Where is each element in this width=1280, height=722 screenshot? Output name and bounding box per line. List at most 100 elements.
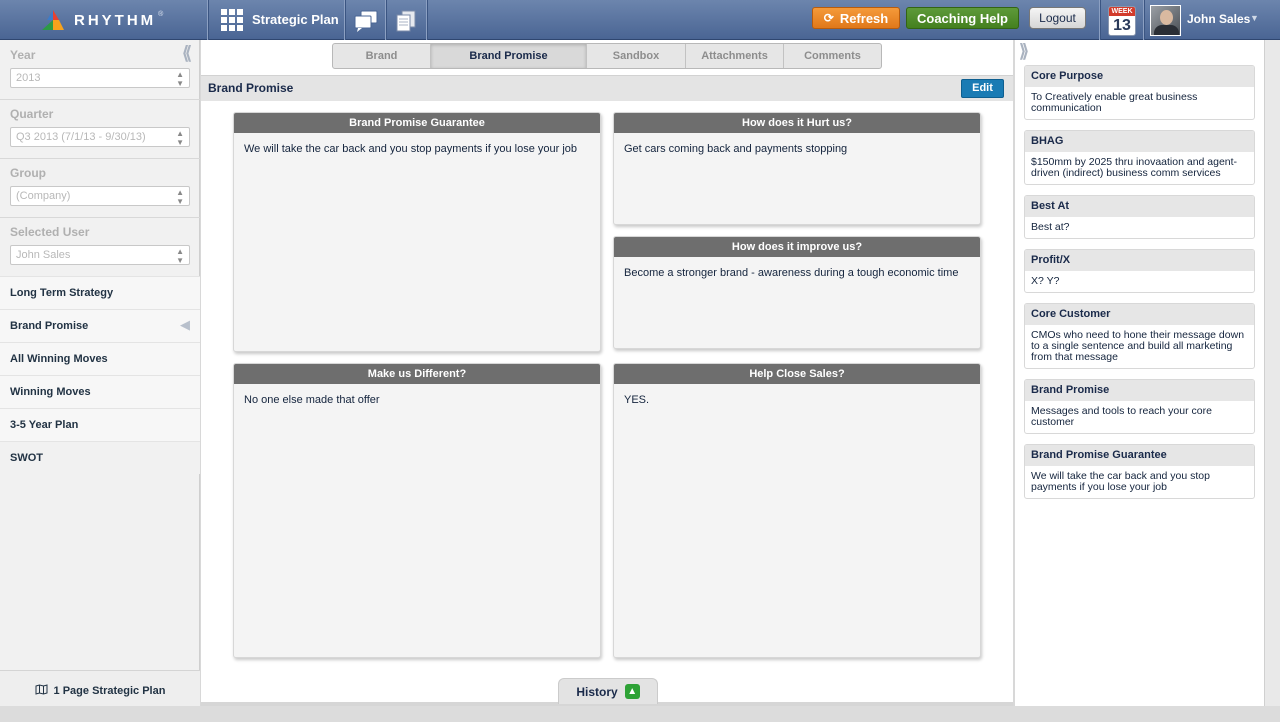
right-card-brand-promise-guarantee: Brand Promise Guarantee We will take the… <box>1024 444 1255 499</box>
left-sidebar: ⟪ Year 2013 ▲ ▼ Quarter Q3 2013 (7/1/13 -… <box>0 40 200 722</box>
week-label: WEEK <box>1109 7 1135 16</box>
collapse-right-icon[interactable]: ⟫ <box>1019 41 1029 62</box>
quarter-select[interactable]: Q3 2013 (7/1/13 - 9/30/13) ▲ ▼ <box>10 127 190 147</box>
sidebar-item-all-winning-moves[interactable]: All Winning Moves <box>0 342 200 375</box>
right-card-title: Profit/X <box>1025 250 1254 271</box>
arrow-up-icon: ▲ <box>624 684 640 699</box>
right-card-body: $150mm by 2025 thru inovaation and agent… <box>1031 156 1238 179</box>
user-menu-caret-icon[interactable]: ▼ <box>1250 13 1259 23</box>
sidebar-item-label: SWOT <box>10 452 43 464</box>
card-body: No one else made that offer <box>244 394 380 406</box>
card-title: How does it improve us? <box>614 237 980 257</box>
tab-bar: Brand Promise Brand Promise Guarantee Sa… <box>332 43 882 69</box>
refresh-button[interactable]: ⟳ Refresh <box>812 7 900 29</box>
topbar-divider <box>344 0 345 40</box>
history-label: History <box>576 684 618 699</box>
selected-user-select[interactable]: John Sales ▲ ▼ <box>10 245 190 265</box>
sidebar-item-label: Brand Promise <box>10 320 89 332</box>
window-bottom-edge <box>0 706 1280 722</box>
logout-button[interactable]: Logout <box>1029 7 1086 29</box>
card-body: YES. <box>624 394 650 406</box>
section-header: Brand Promise Edit <box>201 75 1013 101</box>
right-card-body: Messages and tools to reach your core cu… <box>1031 405 1212 428</box>
tab-comments[interactable]: Comments <box>784 44 881 68</box>
sidebar-item-brand-promise[interactable]: Brand Promise ◀ <box>0 309 200 342</box>
topbar-divider <box>385 0 386 40</box>
card-how-does-it-improve-us: How does it improve us? Become a stronge… <box>613 236 981 349</box>
tab-attachments[interactable]: Attachments <box>686 44 784 68</box>
card-help-close-sales: Help Close Sales? YES. <box>613 363 981 658</box>
refresh-label: Refresh <box>839 10 889 26</box>
right-card-title: Best At <box>1025 196 1254 217</box>
right-card-profit-x: Profit/X X? Y? <box>1024 249 1255 293</box>
sidebar-item-swot[interactable]: SWOT <box>0 441 200 474</box>
right-panel: ⟫ Core Purpose To Creatively enable grea… <box>1014 40 1264 706</box>
year-filter-label: Year <box>10 48 36 62</box>
topbar-divider <box>1099 0 1100 40</box>
window-scrollbar[interactable] <box>1264 40 1280 706</box>
right-card-best-at: Best At Best at? <box>1024 195 1255 239</box>
card-title: Help Close Sales? <box>614 364 980 384</box>
right-card-title: Brand Promise <box>1025 380 1254 401</box>
right-card-body: To Creatively enable great business comm… <box>1031 91 1198 114</box>
year-select[interactable]: 2013 ▲ ▼ <box>10 68 190 88</box>
history-button[interactable]: History ▲ <box>558 678 658 704</box>
selected-user-select-value: John Sales <box>16 249 71 261</box>
apps-grid-icon[interactable] <box>221 9 243 31</box>
group-select[interactable]: (Company) ▲ ▼ <box>10 186 190 206</box>
section-title: Brand Promise <box>208 81 294 95</box>
card-body: Get cars coming back and payments stoppi… <box>624 143 848 155</box>
right-card-body: Best at? <box>1031 221 1070 233</box>
select-arrows-icon: ▲ ▼ <box>176 247 184 265</box>
one-page-strategic-plan-label: 1 Page Strategic Plan <box>53 684 166 697</box>
sidebar-item-label: Long Term Strategy <box>10 287 114 299</box>
one-page-strategic-plan-link[interactable]: 1 Page Strategic Plan <box>0 670 200 710</box>
documents-icon[interactable] <box>396 10 416 32</box>
tab-brand-promise[interactable]: Brand Promise <box>333 44 431 68</box>
right-card-title: Core Purpose <box>1025 66 1254 87</box>
tab-sandbox[interactable]: Sandbox <box>587 44 686 68</box>
quarter-filter-label: Quarter <box>10 107 54 121</box>
right-card-brand-promise: Brand Promise Messages and tools to reac… <box>1024 379 1255 434</box>
select-arrows-icon: ▲ ▼ <box>176 129 184 147</box>
user-name[interactable]: John Sales <box>1187 12 1250 26</box>
card-title: Brand Promise Guarantee <box>234 113 600 133</box>
coaching-help-button[interactable]: Coaching Help <box>906 7 1019 29</box>
week-number: 13 <box>1113 17 1131 34</box>
active-item-arrow-icon: ◀ <box>180 317 190 332</box>
right-card-title: BHAG <box>1025 131 1254 152</box>
logo-registered-mark: ® <box>158 10 164 18</box>
card-make-us-different: Make us Different? No one else made that… <box>233 363 601 658</box>
card-body: We will take the car back and you stop p… <box>244 143 578 155</box>
avatar[interactable] <box>1150 5 1181 36</box>
sidebar-item-winning-moves[interactable]: Winning Moves <box>0 375 200 408</box>
topbar-divider <box>426 0 427 40</box>
module-title[interactable]: Strategic Plan <box>252 12 339 27</box>
tab-brand-promise-guarantee[interactable]: Brand Promise Guarantee <box>431 44 587 68</box>
right-card-bhag: BHAG $150mm by 2025 thru inovaation and … <box>1024 130 1255 185</box>
card-title: How does it Hurt us? <box>614 113 980 133</box>
sidebar-item-label: Winning Moves <box>10 386 91 398</box>
group-select-value: (Company) <box>16 190 71 202</box>
edit-button[interactable]: Edit <box>961 79 1004 98</box>
select-arrows-icon: ▲ ▼ <box>176 70 184 88</box>
right-card-body: CMOs who need to hone their message down… <box>1031 329 1245 363</box>
year-select-value: 2013 <box>16 72 41 84</box>
sidebar-item-long-term-strategy[interactable]: Long Term Strategy <box>0 276 200 309</box>
rhythm-logo-mark-icon <box>42 10 64 30</box>
collapse-left-icon[interactable]: ⟪ <box>182 43 192 64</box>
map-icon <box>35 683 48 698</box>
sidebar-item-3-5-year-plan[interactable]: 3-5 Year Plan <box>0 408 200 441</box>
divider <box>0 217 200 218</box>
topbar-divider <box>1143 0 1144 40</box>
topbar-divider <box>207 0 208 40</box>
right-card-body: We will take the car back and you stop p… <box>1031 470 1210 493</box>
top-bar: RHYTHM ® Strategic Plan ⟳ Refresh Coachi… <box>0 0 1280 40</box>
right-card-body: X? Y? <box>1031 275 1060 287</box>
rhythm-logo[interactable]: RHYTHM ® <box>40 7 163 33</box>
week-calendar-icon[interactable]: WEEK 13 <box>1108 6 1136 36</box>
right-card-core-purpose: Core Purpose To Creatively enable great … <box>1024 65 1255 120</box>
card-how-does-it-hurt-us: How does it Hurt us? Get cars coming bac… <box>613 112 981 225</box>
chat-bubbles-icon[interactable] <box>354 10 378 32</box>
sidebar-item-label: All Winning Moves <box>10 353 108 365</box>
